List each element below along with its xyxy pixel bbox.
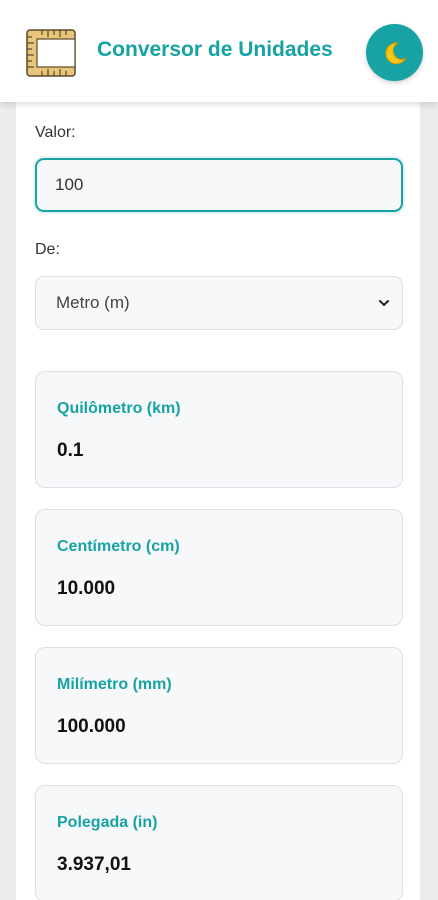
from-label: De: <box>35 241 60 258</box>
theme-toggle-button[interactable] <box>366 24 423 81</box>
app-header: Conversor de Unidades <box>0 0 438 102</box>
result-unit-name: Quilômetro (km) <box>57 400 181 417</box>
value-label: Valor: <box>35 124 76 141</box>
value-input[interactable] <box>35 158 403 212</box>
ruler-icon <box>26 29 76 77</box>
app-title: Conversor de Unidades <box>97 38 333 61</box>
result-card-in: Polegada (in) 3.937,01 <box>35 785 403 900</box>
from-unit-selected: Metro (m) <box>56 293 130 312</box>
result-unit-name: Polegada (in) <box>57 814 158 831</box>
result-value: 10.000 <box>57 578 116 599</box>
result-card-mm: Milímetro (mm) 100.000 <box>35 647 403 764</box>
crescent-moon-icon <box>384 41 407 64</box>
result-unit-name: Milímetro (mm) <box>57 676 172 693</box>
result-value: 100.000 <box>57 716 126 737</box>
app-page: Conversor de Unidades Valor: De: Metro (… <box>0 0 438 900</box>
from-unit-select[interactable]: Metro (m) <box>35 276 403 330</box>
chevron-down-icon <box>379 300 389 306</box>
result-value: 0.1 <box>57 440 84 461</box>
result-card-km: Quilômetro (km) 0.1 <box>35 371 403 488</box>
result-value: 3.937,01 <box>57 854 131 875</box>
result-card-cm: Centímetro (cm) 10.000 <box>35 509 403 626</box>
result-unit-name: Centímetro (cm) <box>57 538 180 555</box>
